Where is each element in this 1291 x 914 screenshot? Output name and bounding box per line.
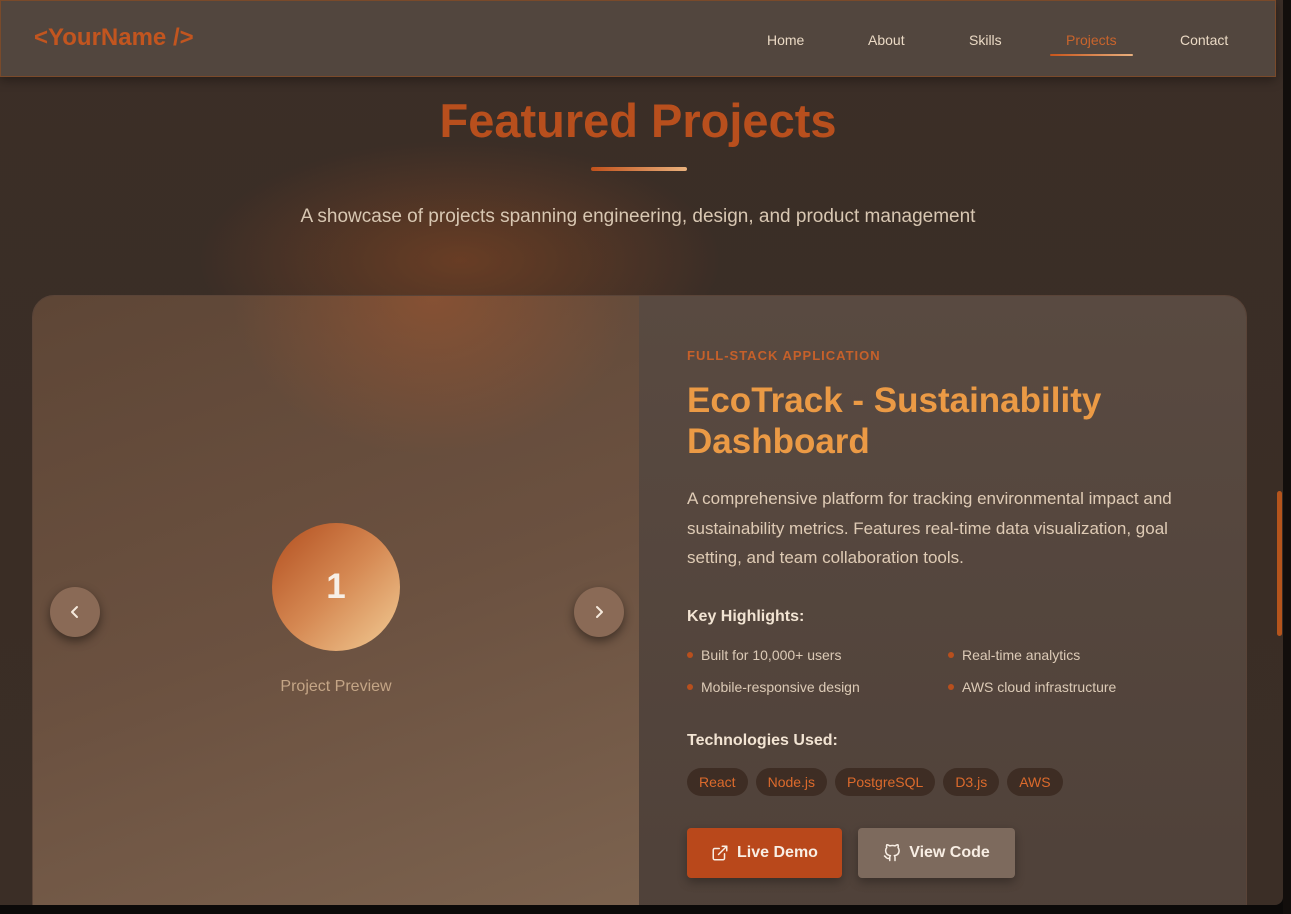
prev-project-button[interactable] [50, 587, 100, 637]
nav-link-projects[interactable]: Projects [1066, 32, 1117, 48]
project-title: EcoTrack - Sustainability Dashboard [687, 381, 1102, 461]
scrollbar-track[interactable] [1283, 0, 1291, 914]
page-title: Featured Projects [439, 94, 837, 147]
technologies-heading: Technologies Used: [687, 732, 838, 749]
nav-link-contact[interactable]: Contact [1180, 32, 1228, 48]
highlight-text: Real-time analytics [962, 647, 1081, 663]
scrollbar-thumb[interactable] [1277, 491, 1282, 636]
navbar: <YourName /> Home About Skills Projects … [0, 0, 1276, 77]
project-card: 1 Project Preview FULL-STACK APPLICATION… [32, 295, 1247, 905]
nav-link-skills[interactable]: Skills [969, 32, 1002, 48]
title-divider [591, 167, 687, 171]
highlight-text: Built for 10,000+ users [701, 647, 842, 663]
tech-tag-aws: AWS [1007, 768, 1063, 796]
chevron-left-icon [71, 606, 78, 618]
project-description: A comprehensive platform for tracking en… [687, 489, 1172, 567]
active-nav-underline [1050, 54, 1133, 56]
nav-link-home[interactable]: Home [767, 32, 804, 48]
project-details: FULL-STACK APPLICATION EcoTrack - Sustai… [639, 296, 1246, 905]
bullet-dot [948, 684, 954, 690]
live-demo-label: Live Demo [737, 844, 818, 861]
highlight-item: AWS cloud infrastructure [948, 679, 1117, 695]
highlight-text: Mobile-responsive design [701, 679, 860, 695]
page: <YourName /> Home About Skills Projects … [0, 0, 1283, 905]
view-code-label: View Code [909, 844, 990, 861]
project-category: FULL-STACK APPLICATION [687, 348, 881, 363]
tech-tag-nodejs: Node.js [755, 768, 828, 796]
tech-tags: React Node.js PostgreSQL D3.js AWS [687, 768, 1063, 796]
next-project-button[interactable] [574, 587, 624, 637]
tech-tag-react: React [687, 768, 748, 796]
github-icon [883, 844, 901, 862]
highlight-item: Mobile-responsive design [687, 679, 860, 695]
logo[interactable]: <YourName /> [34, 24, 194, 52]
tech-tag-postgresql: PostgreSQL [835, 768, 936, 796]
highlight-text: AWS cloud infrastructure [962, 679, 1117, 695]
bullet-dot [687, 684, 693, 690]
live-demo-button[interactable]: Live Demo [687, 828, 842, 878]
project-preview: 1 Project Preview [33, 296, 639, 905]
external-link-icon [712, 845, 728, 861]
highlights-heading: Key Highlights: [687, 608, 805, 625]
highlight-item: Real-time analytics [948, 647, 1081, 663]
chevron-right-icon [596, 606, 603, 618]
nav-link-about[interactable]: About [868, 32, 905, 48]
bullet-dot [687, 652, 693, 658]
highlight-item: Built for 10,000+ users [687, 647, 842, 663]
project-number-badge: 1 [272, 523, 400, 651]
tech-tag-d3js: D3.js [943, 768, 1000, 796]
view-code-button[interactable]: View Code [858, 828, 1015, 878]
preview-label: Project Preview [280, 678, 392, 695]
bullet-dot [948, 652, 954, 658]
page-subtitle: A showcase of projects spanning engineer… [300, 206, 976, 227]
